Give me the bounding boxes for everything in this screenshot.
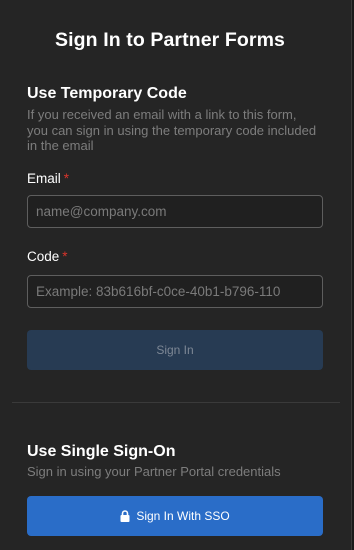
- email-label: Email *: [27, 171, 69, 186]
- code-label-text: Code: [27, 249, 60, 264]
- code-required-mark: *: [62, 249, 68, 264]
- sso-description: Sign in using your Partner Portal creden…: [27, 464, 281, 479]
- page-title: Sign In to Partner Forms: [55, 29, 285, 51]
- sign-in-panel: Sign In to Partner Forms Use Temporary C…: [0, 0, 352, 550]
- sso-heading: Use Single Sign-On: [27, 443, 176, 460]
- sign-in-button[interactable]: Sign In: [27, 330, 323, 370]
- section-divider: [12, 402, 340, 403]
- code-label: Code *: [27, 249, 68, 264]
- email-label-text: Email: [27, 171, 61, 186]
- lock-icon: [120, 510, 130, 522]
- email-required-mark: *: [63, 171, 70, 186]
- email-field[interactable]: [27, 195, 323, 228]
- sign-in-with-sso-button[interactable]: Sign In With SSO: [27, 496, 323, 536]
- sso-button-label: Sign In With SSO: [136, 509, 230, 523]
- temporary-code-description: If you received an email with a link to …: [27, 107, 317, 153]
- temporary-code-heading: Use Temporary Code: [27, 85, 187, 102]
- code-field[interactable]: [27, 275, 323, 308]
